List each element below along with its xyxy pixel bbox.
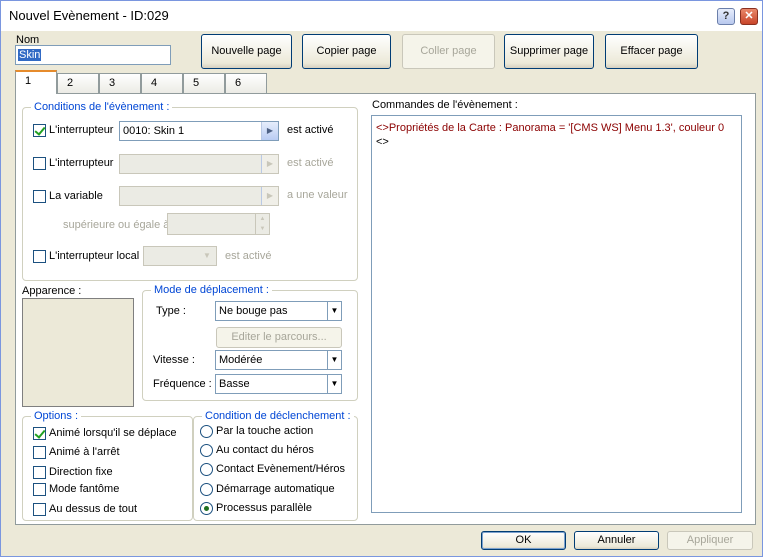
trigger-parallel-radio[interactable] <box>200 502 213 515</box>
command-line[interactable]: <>Propriétés de la Carte : Panorama = '[… <box>376 122 724 134</box>
variable-label: La variable <box>49 190 103 202</box>
conditions-title: Conditions de l'évènement : <box>31 101 173 113</box>
copy-page-button[interactable]: Copier page <box>302 34 391 69</box>
movement-speed-chevron-down-icon[interactable]: ▼ <box>327 351 341 369</box>
trigger-player-touch-label: Au contact du héros <box>216 444 314 456</box>
commands-label: Commandes de l'évènement : <box>372 99 518 111</box>
clear-page-button[interactable]: Effacer page <box>605 34 698 69</box>
tab-2[interactable]: 2 <box>57 73 99 93</box>
tab-3[interactable]: 3 <box>99 73 141 93</box>
name-field[interactable]: Skin <box>15 45 171 65</box>
option-direction-fix-checkbox[interactable] <box>33 466 46 479</box>
variable-select[interactable]: ▶ <box>119 186 279 206</box>
movement-speed-select[interactable]: Modérée ▼ <box>215 350 342 370</box>
trigger-title: Condition de déclenchement : <box>202 410 354 422</box>
appearance-preview[interactable] <box>22 298 134 407</box>
new-page-button[interactable]: Nouvelle page <box>201 34 292 69</box>
option-step-anim-label: Animé à l'arrêt <box>49 446 120 458</box>
tab-4[interactable]: 4 <box>141 73 183 93</box>
local-switch-checkbox[interactable] <box>33 250 46 263</box>
variable-suffix: a une valeur <box>287 189 348 201</box>
switch2-checkbox[interactable] <box>33 157 46 170</box>
event-dialog: Nouvel Evènement - ID:029 ? ✕ Nom Skin N… <box>0 0 763 557</box>
trigger-autorun-radio[interactable] <box>200 483 213 496</box>
trigger-parallel-label: Processus parallèle <box>216 502 312 514</box>
option-step-anim-checkbox[interactable] <box>33 446 46 459</box>
movement-frequency-select[interactable]: Basse ▼ <box>215 374 342 394</box>
edit-route-button[interactable]: Editer le parcours... <box>216 327 342 348</box>
switch2-arrow-icon: ▶ <box>261 155 278 173</box>
movement-frequency-chevron-down-icon[interactable]: ▼ <box>327 375 341 393</box>
trigger-action-radio[interactable] <box>200 425 213 438</box>
option-walk-anim-label: Animé lorsqu'il se déplace <box>49 427 177 439</box>
movement-speed-label: Vitesse : <box>153 354 195 366</box>
paste-page-button[interactable]: Coller page <box>402 34 495 69</box>
movement-type-chevron-down-icon[interactable]: ▼ <box>327 302 341 320</box>
switch1-suffix: est activé <box>287 124 334 136</box>
options-title: Options : <box>31 410 82 422</box>
cancel-button[interactable]: Annuler <box>574 531 659 550</box>
variable-value-spinner[interactable]: ▲ ▼ <box>167 213 270 235</box>
local-switch-suffix: est activé <box>225 250 272 262</box>
trigger-autorun-label: Démarrage automatique <box>216 483 335 495</box>
switch1-select[interactable]: 0010: Skin 1 ▶ <box>119 121 279 141</box>
option-through-label: Mode fantôme <box>49 483 120 495</box>
switch1-label: L'interrupteur <box>49 124 114 136</box>
local-chevron-down-icon: ▼ <box>203 251 211 260</box>
ok-button[interactable]: OK <box>481 531 566 550</box>
switch2-suffix: est activé <box>287 157 334 169</box>
switch2-label: L'interrupteur <box>49 157 114 169</box>
trigger-event-touch-label: Contact Evènement/Héros <box>216 463 346 475</box>
movement-type-select[interactable]: Ne bouge pas ▼ <box>215 301 342 321</box>
switch2-select[interactable]: ▶ <box>119 154 279 174</box>
tab-5[interactable]: 5 <box>183 73 225 93</box>
help-button[interactable]: ? <box>717 8 735 25</box>
title-bar: Nouvel Evènement - ID:029 ? ✕ <box>1 1 762 31</box>
trigger-action-label: Par la touche action <box>216 425 314 437</box>
commands-list[interactable]: <>Propriétés de la Carte : Panorama = '[… <box>371 115 742 513</box>
option-always-top-checkbox[interactable] <box>33 503 46 516</box>
local-switch-label: L'interrupteur local <box>49 250 140 262</box>
appearance-label: Apparence : <box>22 285 82 297</box>
movement-title: Mode de déplacement : <box>151 284 272 296</box>
trigger-event-touch-radio[interactable] <box>200 463 213 476</box>
command-line[interactable]: <> <box>376 136 389 148</box>
tab-6[interactable]: 6 <box>225 73 267 93</box>
close-button[interactable]: ✕ <box>740 8 758 25</box>
option-walk-anim-checkbox[interactable] <box>33 427 46 440</box>
tab-1[interactable]: 1 <box>15 70 57 94</box>
option-always-top-label: Au dessus de tout <box>49 503 138 515</box>
local-switch-select[interactable]: ▼ <box>143 246 217 266</box>
movement-frequency-label: Fréquence : <box>153 378 212 390</box>
delete-page-button[interactable]: Supprimer page <box>504 34 594 69</box>
variable-checkbox[interactable] <box>33 190 46 203</box>
variable-arrow-icon: ▶ <box>261 187 278 205</box>
trigger-player-touch-radio[interactable] <box>200 444 213 457</box>
variable-compare-label: supérieure ou égale à <box>63 219 170 231</box>
apply-button[interactable]: Appliquer <box>667 531 753 550</box>
switch1-arrow-icon[interactable]: ▶ <box>261 122 278 140</box>
option-direction-fix-label: Direction fixe <box>49 466 113 478</box>
tab-panel: Conditions de l'évènement : L'interrupte… <box>15 93 756 525</box>
movement-type-label: Type : <box>156 305 186 317</box>
option-through-checkbox[interactable] <box>33 483 46 496</box>
window-title: Nouvel Evènement - ID:029 <box>9 8 169 23</box>
switch1-checkbox[interactable] <box>33 124 46 137</box>
